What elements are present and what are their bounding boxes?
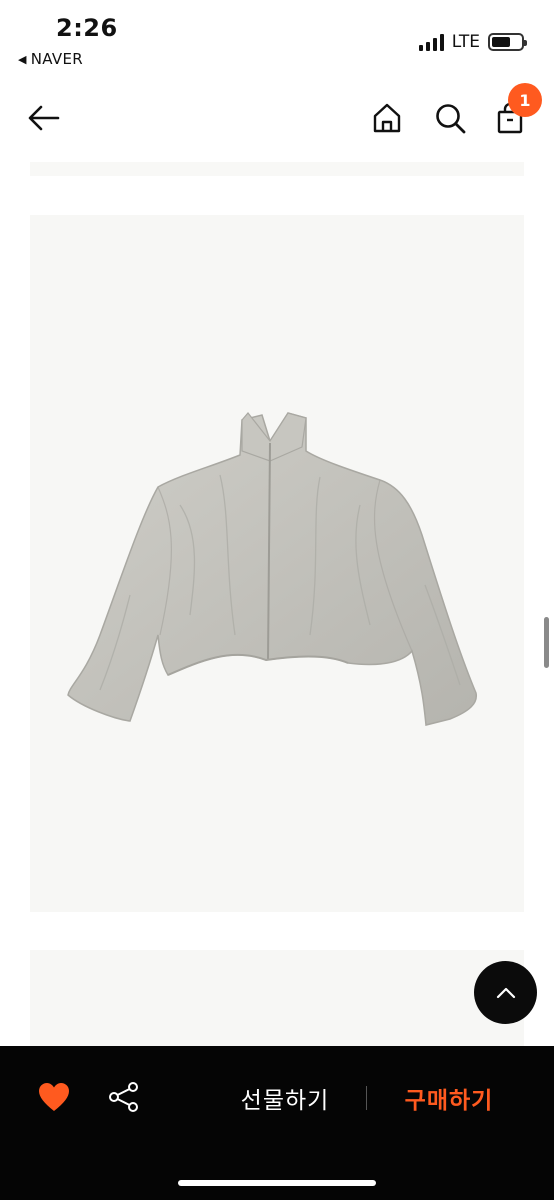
status-bar: 2:26 ◀ NAVER LTE: [0, 0, 554, 80]
next-image-edge: [30, 950, 524, 1050]
search-icon: [436, 104, 466, 134]
status-time: 2:26: [56, 14, 118, 42]
share-icon: [109, 1082, 138, 1112]
back-triangle-icon: ◀: [18, 52, 27, 66]
home-button[interactable]: [367, 98, 407, 138]
chevron-up-icon: [496, 987, 515, 998]
back-button[interactable]: [24, 98, 64, 138]
wishlist-button[interactable]: [36, 1079, 72, 1115]
button-divider: [366, 1086, 367, 1110]
heart-icon: [39, 1083, 69, 1111]
buy-button[interactable]: 구매하기: [388, 1076, 510, 1120]
gift-button[interactable]: 선물하기: [222, 1076, 348, 1120]
search-button[interactable]: [430, 98, 470, 138]
product-image: [30, 215, 524, 912]
signal-icon: [418, 33, 444, 51]
jacket-image: [67, 412, 478, 726]
purchase-bar: 선물하기 구매하기: [0, 1046, 554, 1200]
previous-image-edge: [30, 162, 524, 176]
share-button[interactable]: [106, 1079, 142, 1115]
battery-icon: [488, 33, 527, 51]
scroll-to-top-button[interactable]: [474, 961, 537, 1024]
battery-level: [492, 37, 511, 47]
home-icon: [373, 103, 401, 133]
status-indicators: LTE: [418, 32, 527, 52]
network-label: LTE: [451, 32, 480, 52]
arrow-left-icon: [28, 105, 60, 131]
app-header: [0, 80, 554, 160]
cart-count-badge: 1: [508, 83, 542, 117]
status-back-label: NAVER: [30, 50, 83, 68]
status-back-link[interactable]: ◀ NAVER: [18, 50, 83, 68]
home-indicator[interactable]: [178, 1180, 376, 1186]
scrollbar[interactable]: [544, 617, 549, 668]
